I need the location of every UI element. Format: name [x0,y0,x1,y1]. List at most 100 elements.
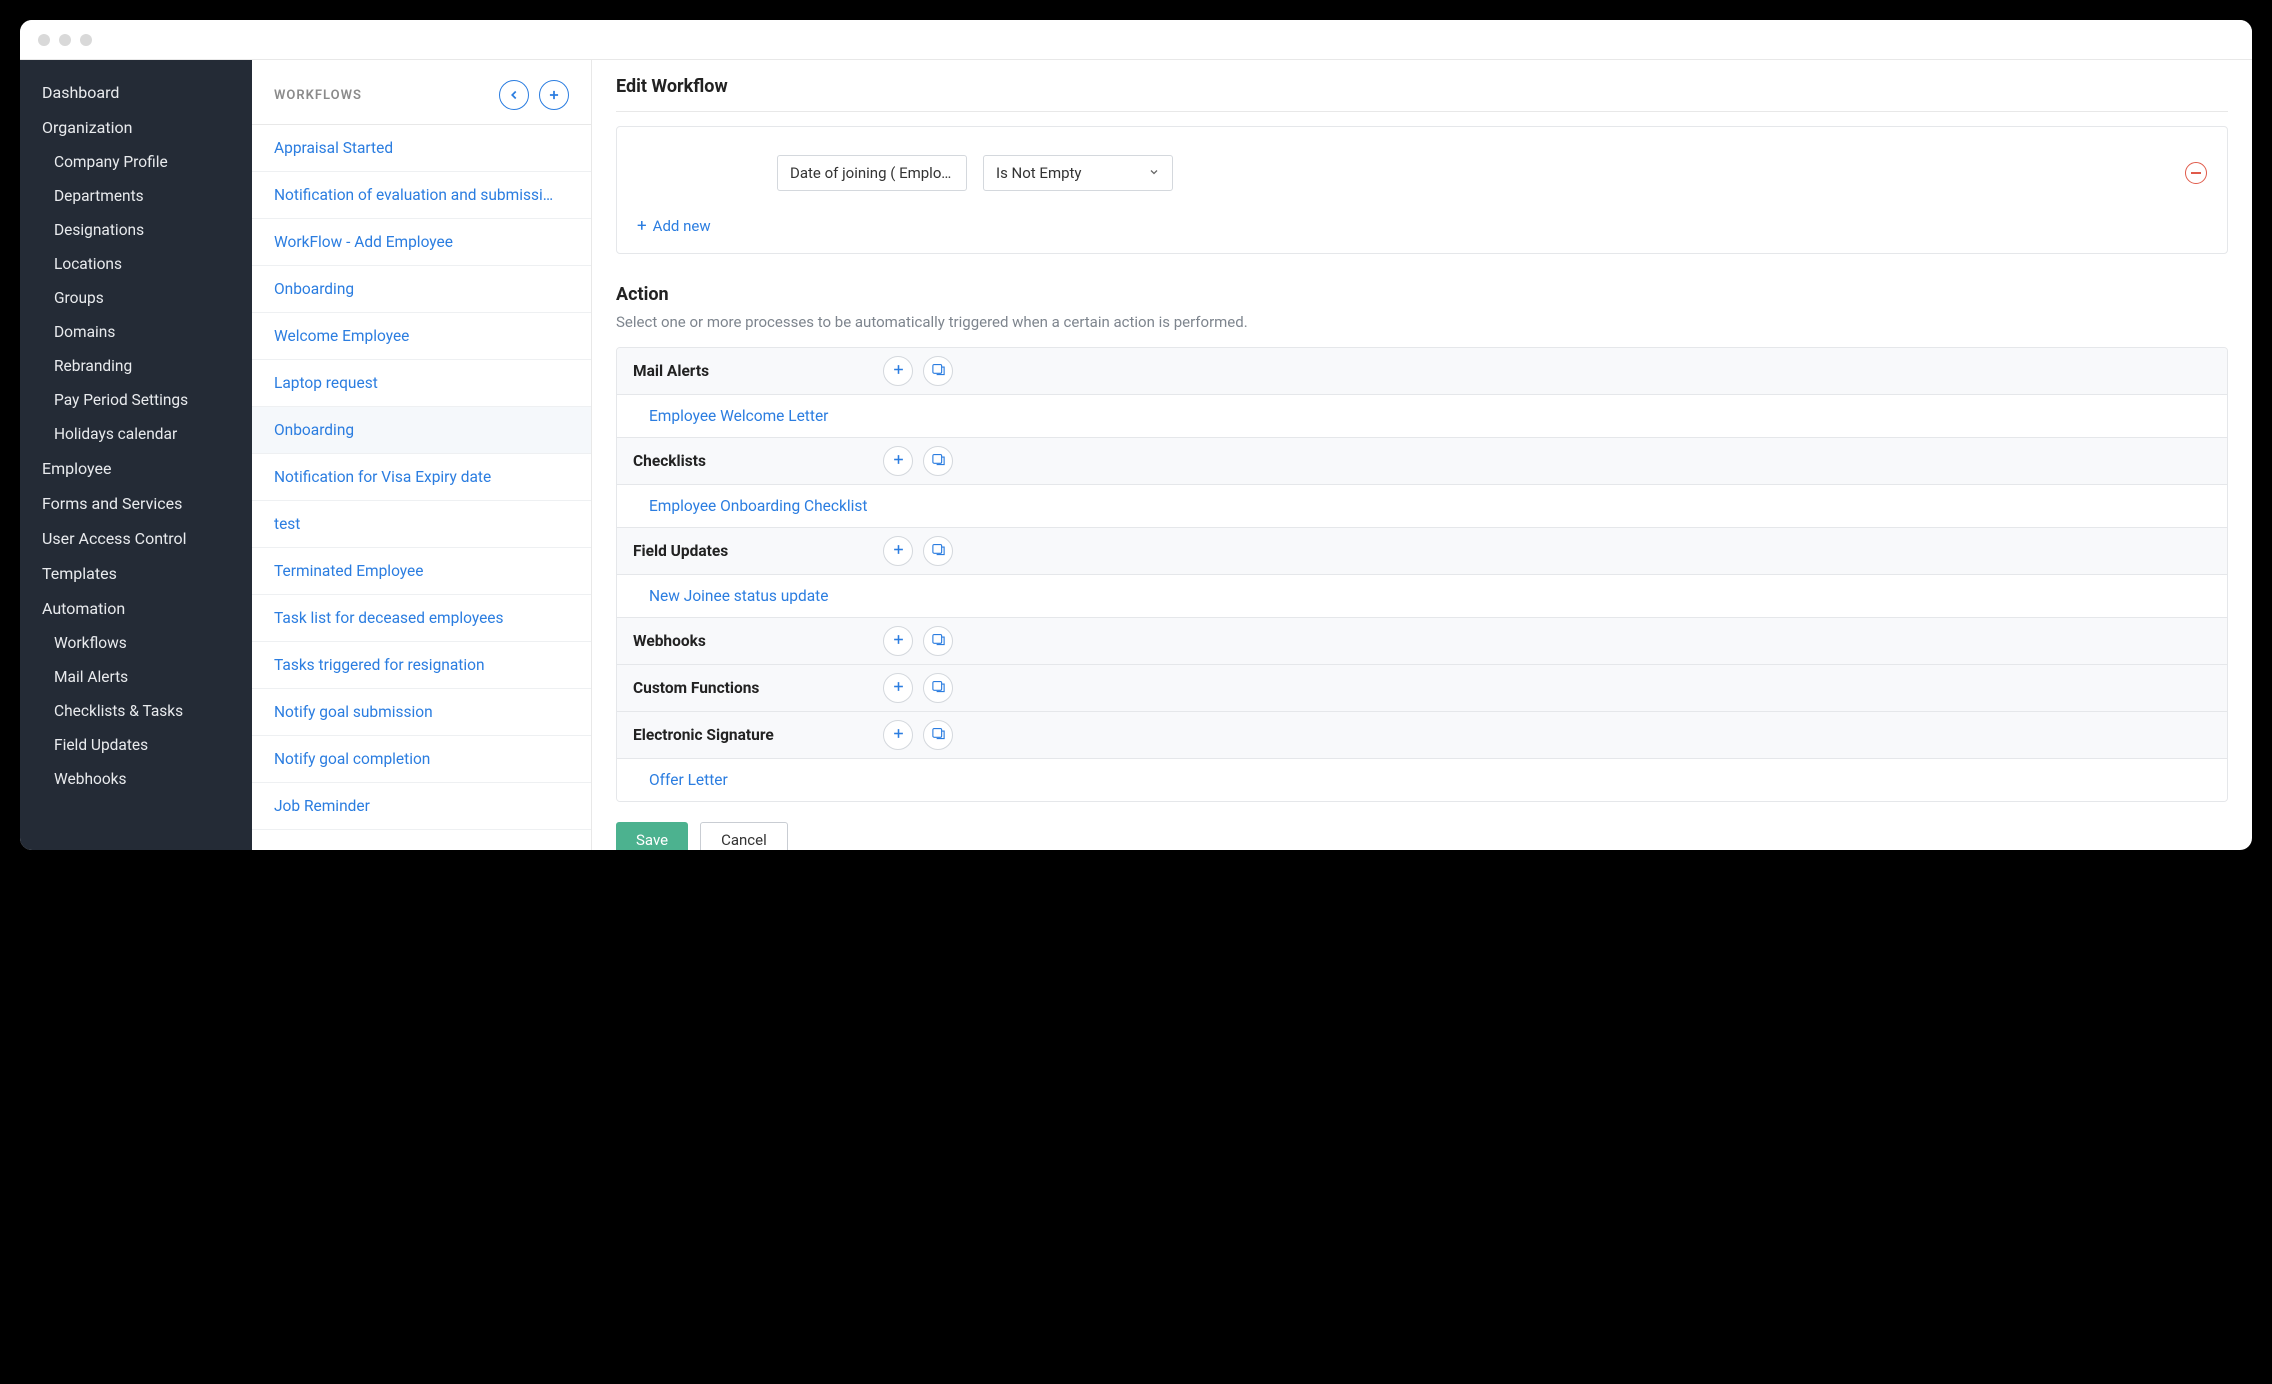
workflow-item[interactable]: Tasks triggered for resignation [252,642,591,689]
form-buttons: Save Cancel [616,822,2228,850]
nav-item[interactable]: Departments [20,179,252,213]
main-content: Edit Workflow Date of joining ( Employe … [592,60,2252,850]
action-group-header: Mail Alerts [617,348,2227,394]
action-group-header: Electronic Signature [617,711,2227,758]
add-criteria-button[interactable]: + Add new [637,217,2207,235]
workflows-back-button[interactable] [499,80,529,110]
action-item[interactable]: New Joinee status update [617,574,2227,617]
nav-item[interactable]: Locations [20,247,252,281]
workflows-column: WORKFLOWS Appraisal StartedNotification … [252,60,592,850]
nav-item[interactable]: Rebranding [20,349,252,383]
action-group-title: Mail Alerts [633,362,883,380]
action-group-associate-button[interactable] [923,626,953,656]
action-item[interactable]: Employee Welcome Letter [617,394,2227,437]
associate-icon [931,632,946,651]
nav-item[interactable]: Groups [20,281,252,315]
nav-item[interactable]: Workflows [20,626,252,660]
criteria-operator-value: Is Not Empty [996,164,1082,182]
workflow-item[interactable]: Task list for deceased employees [252,595,591,642]
workflow-item[interactable]: Notify goal completion [252,736,591,783]
workflow-item[interactable]: Notification for Visa Expiry date [252,454,591,501]
action-group-associate-button[interactable] [923,720,953,750]
add-criteria-label: Add new [653,217,711,235]
cancel-button[interactable]: Cancel [700,822,788,850]
nav-item[interactable]: Mail Alerts [20,660,252,694]
nav-item[interactable]: Domains [20,315,252,349]
workflow-item[interactable]: Notify goal submission [252,689,591,736]
workflows-header: WORKFLOWS [252,60,591,125]
plus-icon: + [637,218,647,235]
chevron-down-icon [1148,164,1160,182]
action-group-associate-button[interactable] [923,356,953,386]
associate-icon [931,679,946,698]
workflow-item[interactable]: Notification of evaluation and submissi… [252,172,591,219]
workflow-item[interactable]: Onboarding [252,407,591,454]
criteria-remove-button[interactable] [2185,162,2207,184]
nav-item[interactable]: Pay Period Settings [20,383,252,417]
action-item[interactable]: Employee Onboarding Checklist [617,484,2227,527]
chevron-left-icon [507,88,521,102]
workflow-item[interactable]: Job Reminder [252,783,591,830]
workflow-item[interactable]: Welcome Employee [252,313,591,360]
plus-icon [891,542,906,561]
action-group-title: Electronic Signature [633,726,883,744]
action-group-associate-button[interactable] [923,446,953,476]
associate-icon [931,726,946,745]
workflow-item[interactable]: Laptop request [252,360,591,407]
nav-item[interactable]: Templates [20,556,252,591]
action-group-add-button[interactable] [883,673,913,703]
nav-item[interactable]: Holidays calendar [20,417,252,451]
nav-item[interactable]: User Access Control [20,521,252,556]
criteria-card: Date of joining ( Employe Is Not Empty +… [616,126,2228,254]
action-group-header: Field Updates [617,527,2227,574]
action-group-add-button[interactable] [883,720,913,750]
action-group-add-button[interactable] [883,446,913,476]
workflow-item[interactable]: Terminated Employee [252,548,591,595]
action-item[interactable]: Offer Letter [617,758,2227,801]
close-icon[interactable] [38,34,50,46]
action-group-associate-button[interactable] [923,536,953,566]
traffic-lights [38,34,92,46]
action-group-add-button[interactable] [883,536,913,566]
nav-item[interactable]: Organization [20,110,252,145]
nav-item[interactable]: Employee [20,451,252,486]
titlebar [20,20,2252,60]
associate-icon [931,362,946,381]
minimize-icon[interactable] [59,34,71,46]
workflow-item[interactable]: Appraisal Started [252,125,591,172]
action-groups: Mail Alerts Employee Welcome Letter Checkl… [616,347,2228,802]
nav-item[interactable]: Webhooks [20,762,252,796]
plus-icon [891,632,906,651]
workflows-add-button[interactable] [539,80,569,110]
nav-item[interactable]: Automation [20,591,252,626]
left-nav: DashboardOrganizationCompany ProfileDepa… [20,60,252,850]
action-group-associate-button[interactable] [923,673,953,703]
nav-item[interactable]: Forms and Services [20,486,252,521]
workflow-item[interactable]: test [252,501,591,548]
maximize-icon[interactable] [80,34,92,46]
action-group-add-button[interactable] [883,356,913,386]
action-description: Select one or more processes to be autom… [616,313,2228,331]
associate-icon [931,542,946,561]
save-button[interactable]: Save [616,822,688,850]
plus-icon [891,726,906,745]
plus-icon [891,679,906,698]
workflow-item[interactable]: Onboarding [252,266,591,313]
nav-item[interactable]: Field Updates [20,728,252,762]
nav-item[interactable]: Checklists & Tasks [20,694,252,728]
action-group-title: Checklists [633,452,883,470]
criteria-operator-select[interactable]: Is Not Empty [983,155,1173,191]
associate-icon [931,452,946,471]
criteria-field-input[interactable]: Date of joining ( Employe [777,155,967,191]
action-group-header: Checklists [617,437,2227,484]
action-group-add-button[interactable] [883,626,913,656]
plus-icon [891,452,906,471]
app-window: DashboardOrganizationCompany ProfileDepa… [20,20,2252,850]
workflow-item[interactable]: WorkFlow - Add Employee [252,219,591,266]
action-title: Action [616,284,2228,305]
criteria-row: Date of joining ( Employe Is Not Empty [637,155,2207,191]
plus-icon [891,362,906,381]
nav-item[interactable]: Designations [20,213,252,247]
nav-item[interactable]: Dashboard [20,75,252,110]
nav-item[interactable]: Company Profile [20,145,252,179]
